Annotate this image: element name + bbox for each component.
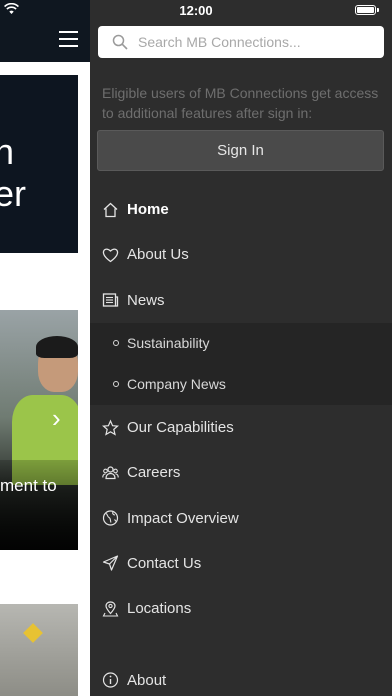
menu-item-label: Home [127, 201, 169, 219]
menu-item-contact-us[interactable]: Contact Us [90, 541, 392, 586]
menu-item-label: Impact Overview [127, 509, 239, 527]
news-submenu: Sustainability Company News [90, 322, 392, 405]
signin-note: Eligible users of MB Connections get acc… [102, 85, 379, 121]
menu-item-locations[interactable]: Locations [90, 586, 392, 631]
drawer-menu: Home About Us News Sustainability Compan… [90, 187, 392, 631]
submenu-item-label: Company News [127, 376, 226, 393]
carousel-caption: ment to [0, 476, 57, 495]
background-hero-banner: n er [0, 75, 78, 253]
status-time: 12:00 [179, 3, 213, 18]
heart-icon [102, 248, 119, 263]
menu-item-about-us[interactable]: About Us [90, 232, 392, 277]
background-photo-2 [0, 604, 78, 696]
menu-item-label: About [127, 671, 167, 689]
people-icon [102, 466, 119, 479]
carousel-next-icon[interactable]: › [52, 403, 61, 434]
search-input[interactable] [138, 26, 378, 58]
submenu-item-label: Sustainability [127, 335, 210, 352]
menu-item-label: Locations [127, 600, 192, 618]
menu-item-label: About Us [127, 246, 189, 264]
menu-item-label: Our Capabilities [127, 419, 234, 437]
home-icon [103, 202, 118, 217]
battery-icon [355, 5, 379, 15]
bullet-icon [113, 381, 119, 388]
hamburger-menu-icon[interactable] [59, 31, 78, 47]
navigation-drawer: Eligible users of MB Connections get acc… [90, 0, 392, 696]
status-bar: 12:00 [0, 0, 392, 20]
menu-item-our-capabilities[interactable]: Our Capabilities [90, 405, 392, 450]
newspaper-icon [102, 293, 119, 307]
bullet-icon [113, 340, 119, 347]
menu-item-label: Contact Us [127, 554, 202, 572]
background-carousel-photo[interactable]: › ment to [0, 310, 78, 550]
menu-item-impact-overview[interactable]: Impact Overview [90, 495, 392, 540]
submenu-item-company-news[interactable]: Company News [90, 364, 392, 405]
star-icon [102, 419, 119, 436]
send-icon [102, 555, 119, 572]
sign-in-button[interactable]: Sign In [97, 130, 384, 171]
hero-text-line2: er [0, 173, 27, 214]
submenu-item-sustainability[interactable]: Sustainability [90, 323, 392, 364]
info-icon [102, 672, 119, 688]
menu-item-careers[interactable]: Careers [90, 450, 392, 495]
globe-icon [102, 510, 119, 526]
menu-item-label: Careers [127, 464, 181, 482]
menu-item-news[interactable]: News [90, 278, 392, 323]
menu-item-about[interactable]: About [90, 660, 392, 696]
map-pin-icon [102, 601, 119, 617]
search-icon [112, 34, 128, 50]
hero-text-line1: n [0, 131, 15, 172]
search-box[interactable] [98, 26, 384, 58]
menu-item-home[interactable]: Home [90, 187, 392, 232]
background-page: n er › ment to [0, 0, 90, 696]
menu-item-label: News [127, 291, 165, 309]
